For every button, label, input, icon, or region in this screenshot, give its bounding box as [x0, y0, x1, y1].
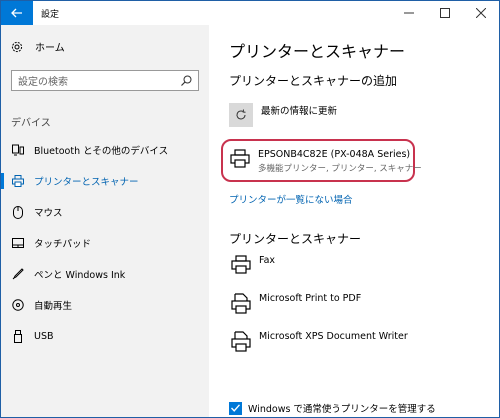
printer-icon — [230, 149, 250, 168]
sidebar: ホーム 設定の検索 デバイス Bluetooth とその他のデバイス プリンター… — [1, 25, 209, 417]
printer-list-item-pdf[interactable]: Microsoft Print to PDF — [231, 293, 361, 315]
close-button[interactable] — [463, 1, 499, 25]
bluetooth-devices-icon — [11, 144, 25, 156]
manage-default-printer-checkbox[interactable]: Windows で通常使うプリンターを管理する — [229, 401, 436, 415]
close-icon — [476, 8, 486, 18]
sidebar-item-bluetooth[interactable]: Bluetooth とその他のデバイス — [1, 138, 209, 162]
sidebar-item-label: USB — [34, 330, 54, 342]
printer-name: Microsoft Print to PDF — [259, 293, 362, 304]
gear-icon — [11, 41, 23, 52]
window-title: 設定 — [41, 9, 60, 20]
printer-name: Fax — [259, 255, 276, 266]
printer-text: EPSONB4C82E (PX-048A Series) 多機能プリンター, プ… — [258, 149, 422, 174]
printer-description: 多機能プリンター, プリンター, スキャナー — [258, 164, 422, 174]
printer-icon — [11, 175, 25, 187]
touchpad-icon — [11, 238, 25, 248]
settings-window: 設定 ホーム 設定の検索 デバイス Bluetooth とその他のデバイス プリ… — [0, 0, 500, 418]
pen-icon — [11, 268, 25, 280]
usb-icon — [11, 329, 25, 343]
document-printer-icon — [231, 293, 251, 314]
home-label: ホーム — [35, 43, 65, 54]
window-controls — [391, 1, 499, 25]
sidebar-item-label: プリンターとスキャナー — [34, 177, 139, 188]
page-title: プリンターとスキャナー — [229, 42, 406, 61]
printer-icon — [231, 255, 251, 274]
refresh-tile — [229, 103, 253, 127]
printer-text: Fax — [259, 255, 275, 266]
sidebar-item-label: ペンと Windows Ink — [34, 270, 126, 281]
search-input[interactable]: 設定の検索 — [11, 70, 199, 91]
sidebar-item-label: Bluetooth とその他のデバイス — [34, 146, 169, 157]
back-arrow-icon — [11, 8, 22, 18]
sidebar-item-autoplay[interactable]: 自動再生 — [1, 293, 209, 317]
sidebar-item-usb[interactable]: USB — [1, 324, 209, 348]
refresh-label: 最新の情報に更新 — [261, 106, 338, 117]
printer-list-item-xps[interactable]: Microsoft XPS Document Writer — [231, 331, 408, 353]
minimize-button[interactable] — [391, 1, 427, 25]
printer-text: Microsoft Print to PDF — [259, 293, 361, 304]
printers-list-title: プリンターとスキャナー — [229, 232, 362, 246]
highlighted-printer-item: EPSONB4C82E (PX-048A Series) 多機能プリンター, プ… — [230, 149, 422, 174]
sidebar-item-touchpad[interactable]: タッチパッド — [1, 231, 209, 255]
minimize-icon — [404, 12, 414, 14]
sidebar-item-label: マウス — [34, 208, 63, 219]
printer-list-item-fax[interactable]: Fax — [231, 255, 275, 275]
sidebar-item-label: タッチパッド — [34, 239, 92, 250]
add-section-title: プリンターとスキャナーの追加 — [229, 74, 398, 88]
title-bar: 設定 — [1, 1, 499, 25]
back-button[interactable] — [1, 1, 33, 25]
maximize-button[interactable] — [427, 1, 463, 25]
maximize-icon — [440, 8, 450, 18]
sidebar-item-printers[interactable]: プリンターとスキャナー — [1, 169, 209, 193]
checkbox-label: Windows で通常使うプリンターを管理する — [248, 404, 436, 415]
refresh-icon — [236, 109, 246, 120]
main-content: プリンターとスキャナー プリンターとスキャナーの追加 最新の情報に更新 EPSO… — [209, 25, 499, 417]
highlighted-printer-card[interactable]: EPSONB4C82E (PX-048A Series) 多機能プリンター, プ… — [221, 139, 422, 182]
autoplay-icon — [11, 299, 25, 311]
sidebar-section-header: デバイス — [11, 118, 51, 129]
sidebar-item-mouse[interactable]: マウス — [1, 200, 209, 224]
sidebar-item-pen[interactable]: ペンと Windows Ink — [1, 262, 209, 286]
search-placeholder: 設定の検索 — [18, 77, 68, 88]
search-icon — [181, 75, 192, 86]
printer-not-listed-link[interactable]: プリンターが一覧にない場合 — [229, 192, 353, 206]
home-nav-item[interactable]: ホーム — [11, 39, 65, 54]
checkmark-icon — [231, 404, 240, 412]
document-printer-icon — [231, 331, 251, 352]
printer-name: EPSONB4C82E (PX-048A Series) — [258, 149, 411, 160]
sidebar-item-label: 自動再生 — [34, 301, 73, 312]
refresh-button[interactable]: 最新の情報に更新 — [229, 103, 337, 127]
checkbox[interactable] — [229, 401, 242, 415]
printer-text: Microsoft XPS Document Writer — [259, 331, 408, 342]
printer-name: Microsoft XPS Document Writer — [259, 331, 408, 342]
mouse-icon — [11, 205, 25, 219]
